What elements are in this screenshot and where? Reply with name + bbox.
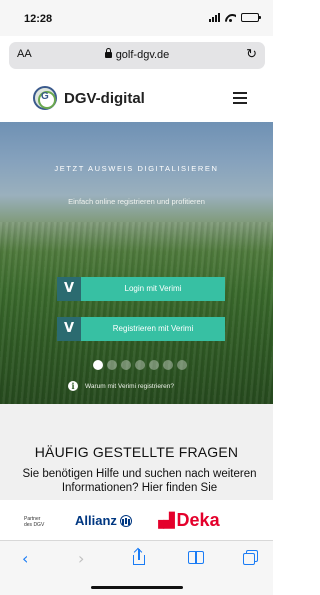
carousel-dot[interactable] [135, 360, 145, 370]
deka-logo[interactable]: ▗▟ Deka [153, 510, 220, 531]
chevron-left-icon[interactable]: ‹ [22, 549, 28, 568]
carousel-dots[interactable] [93, 360, 187, 370]
why-verimi-text: Warum mit Verimi registrieren? [85, 382, 174, 390]
info-icon: i [68, 381, 78, 391]
home-indicator [91, 586, 183, 589]
register-button-label: Registrieren mit Verimi [112, 324, 194, 333]
browser-toolbar: ‹ › [0, 540, 273, 595]
carousel-dot[interactable] [149, 360, 159, 370]
tabs-icon[interactable] [243, 550, 258, 565]
hero-background-image [0, 222, 273, 404]
book-icon[interactable] [188, 551, 204, 564]
site-name[interactable]: DGV-digital [64, 90, 145, 107]
reload-icon[interactable]: ↻ [246, 46, 257, 62]
carousel-dot[interactable] [107, 360, 117, 370]
faq-text: Sie benötigen Hilfe und suchen nach weit… [22, 468, 257, 494]
site-header: DGV-digital [0, 76, 273, 122]
faq-section: HÄUFIG GESTELLTE FRAGEN Sie benötigen Hi… [0, 404, 273, 500]
menu-icon[interactable] [233, 92, 247, 104]
hero-section: JETZT AUSWEIS DIGITALISIEREN Einfach onl… [0, 122, 273, 404]
login-verimi-button[interactable]: V Login mit Verimi [57, 277, 225, 301]
partner-line-2: des DGV [24, 522, 45, 528]
dgv-logo-icon[interactable] [33, 86, 57, 110]
battery-icon [241, 13, 261, 22]
carousel-dot[interactable] [121, 360, 131, 370]
login-button-label: Login mit Verimi [124, 284, 182, 293]
status-bar: 12:28 [0, 0, 273, 36]
signal-icon [209, 13, 220, 22]
allianz-eagle-icon [119, 514, 132, 527]
hero-subtitle: Einfach online registrieren und profitie… [68, 197, 205, 206]
allianz-logo[interactable]: Allianz [75, 513, 132, 528]
register-verimi-button[interactable]: V Registrieren mit Verimi [57, 317, 225, 341]
verimi-logo-icon: V [57, 317, 81, 341]
sponsor-banner: Partner des DGV Allianz ▗▟ Deka [0, 500, 273, 540]
carousel-dot[interactable] [93, 360, 103, 370]
share-icon[interactable] [132, 549, 146, 565]
carousel-dot[interactable] [177, 360, 187, 370]
hero-tagline: JETZT AUSWEIS DIGITALISIEREN [54, 164, 219, 173]
address-bar[interactable]: AA golf-dgv.de ↻ [9, 42, 265, 69]
status-icons [209, 13, 261, 22]
lock-icon [104, 48, 112, 58]
deka-text: Deka [176, 510, 220, 530]
partner-label: Partner des DGV [24, 516, 44, 528]
faq-title: HÄUFIG GESTELLTE FRAGEN [34, 444, 239, 460]
carousel-dot[interactable] [163, 360, 173, 370]
verimi-logo-icon: V [57, 277, 81, 301]
deka-mark-icon: ▗▟ [153, 512, 175, 528]
wifi-icon [225, 13, 236, 22]
why-verimi-link[interactable]: i Warum mit Verimi registrieren? [68, 381, 174, 391]
status-time: 12:28 [24, 13, 53, 25]
url-text: golf-dgv.de [115, 49, 170, 61]
allianz-text: Allianz [75, 513, 117, 528]
url-display[interactable]: golf-dgv.de [9, 48, 265, 61]
chevron-right-icon[interactable]: › [78, 549, 84, 568]
